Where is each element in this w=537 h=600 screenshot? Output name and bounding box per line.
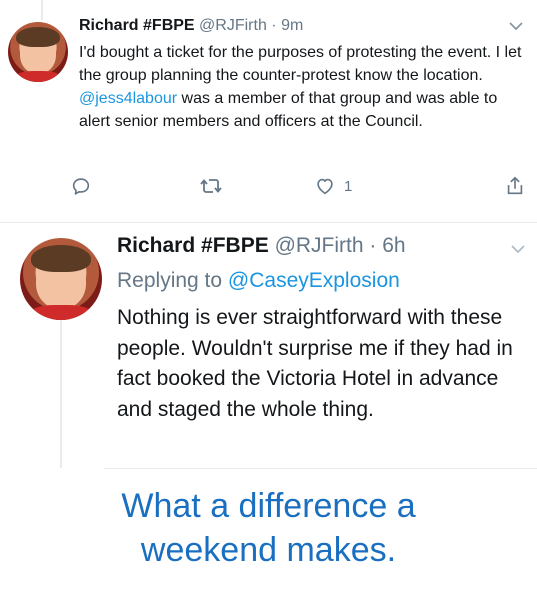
- display-name[interactable]: Richard #FBPE: [79, 17, 195, 34]
- user-handle[interactable]: @RJFirth: [199, 17, 267, 34]
- display-name[interactable]: Richard #FBPE: [117, 234, 269, 257]
- mention-link[interactable]: @jess4labour: [79, 90, 177, 107]
- like-count: 1: [344, 177, 353, 195]
- chevron-down-icon[interactable]: [510, 243, 526, 255]
- replying-to-label: Replying to: [117, 269, 228, 292]
- replying-to-link[interactable]: @CaseyExplosion: [228, 269, 400, 292]
- tweet-text-part: I'd bought a ticket for the purposes of …: [79, 44, 522, 84]
- reply-button[interactable]: [70, 172, 92, 200]
- caption-line: What a difference a: [121, 487, 416, 525]
- separator: ·: [369, 234, 377, 257]
- avatar[interactable]: [20, 238, 102, 320]
- share-icon: [507, 176, 523, 195]
- tweet-actions: 1: [70, 172, 525, 200]
- like-button[interactable]: 1: [314, 172, 352, 200]
- user-handle[interactable]: @RJFirth: [275, 234, 364, 257]
- replying-to: Replying to @CaseyExplosion: [117, 267, 400, 295]
- reply-icon: [72, 178, 90, 195]
- tweet-header: Richard #FBPE @RJFirth · 6h: [117, 232, 406, 260]
- retweet-button[interactable]: [199, 172, 223, 200]
- caption-line: weekend makes.: [140, 531, 397, 569]
- thread-line: [60, 318, 62, 468]
- tweet-text: I'd bought a ticket for the purposes of …: [79, 41, 529, 133]
- tweet-text: Nothing is ever straightforward with the…: [117, 306, 513, 421]
- tweet-divider: [104, 468, 537, 469]
- timestamp[interactable]: 9m: [281, 17, 303, 34]
- chevron-down-icon[interactable]: [508, 20, 524, 32]
- avatar-hair: [31, 244, 91, 273]
- caption: What a difference a weekend makes.: [0, 484, 537, 572]
- share-button[interactable]: [505, 172, 525, 200]
- timestamp[interactable]: 6h: [382, 234, 405, 257]
- like-icon: [317, 178, 333, 195]
- retweet-icon: [200, 179, 222, 193]
- separator: ·: [271, 17, 277, 34]
- avatar[interactable]: [8, 22, 68, 82]
- tweet-2[interactable]: Richard #FBPE @RJFirth · 6h Replying to …: [0, 223, 537, 470]
- tweet-header: Richard #FBPE @RJFirth · 9m: [79, 16, 303, 36]
- avatar-hair: [16, 26, 60, 48]
- tweet-1[interactable]: Richard #FBPE @RJFirth · 9m I'd bought a…: [0, 0, 537, 222]
- avatar-shirt: [28, 305, 94, 320]
- avatar-shirt: [14, 71, 62, 82]
